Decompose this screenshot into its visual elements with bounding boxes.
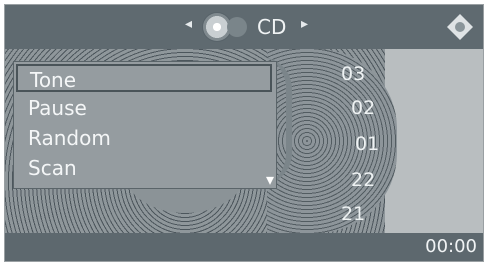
menu-item-scan[interactable]: Scan <box>16 154 272 182</box>
top-bar: ◂ CD ▸ <box>5 5 483 49</box>
status-bar: 00:00 <box>5 233 483 261</box>
scroll-down-icon[interactable]: ▾ <box>266 170 274 189</box>
source-next-arrow-icon[interactable]: ▸ <box>301 16 308 32</box>
cd-player-screen: ◂ CD ▸ Tone Pause Random Scan ▾ 03 02 01… <box>4 4 484 262</box>
disc-slot-icon <box>227 17 247 37</box>
track-number[interactable]: 03 <box>341 63 365 85</box>
nav-pad-center-icon <box>455 22 465 32</box>
menu-item-label: Scan <box>28 156 77 180</box>
menu-item-label: Random <box>28 126 111 150</box>
menu-item-random[interactable]: Random <box>16 124 272 152</box>
source-prev-arrow-icon[interactable]: ◂ <box>185 16 192 32</box>
menu-item-tone[interactable]: Tone <box>16 64 272 92</box>
source-label: CD <box>257 15 287 39</box>
track-number[interactable]: 21 <box>341 203 365 225</box>
track-number[interactable]: 01 <box>355 133 379 155</box>
disc-panel: Tone Pause Random Scan ▾ 03 02 01 22 21 <box>5 49 483 233</box>
menu-item-label: Tone <box>30 68 77 92</box>
playback-time: 00:00 <box>425 236 477 257</box>
track-number[interactable]: 02 <box>351 97 375 119</box>
options-menu: Tone Pause Random Scan ▾ <box>13 61 277 189</box>
menu-item-label: Pause <box>28 96 87 120</box>
menu-item-pause[interactable]: Pause <box>16 94 272 122</box>
track-number[interactable]: 22 <box>351 169 375 191</box>
